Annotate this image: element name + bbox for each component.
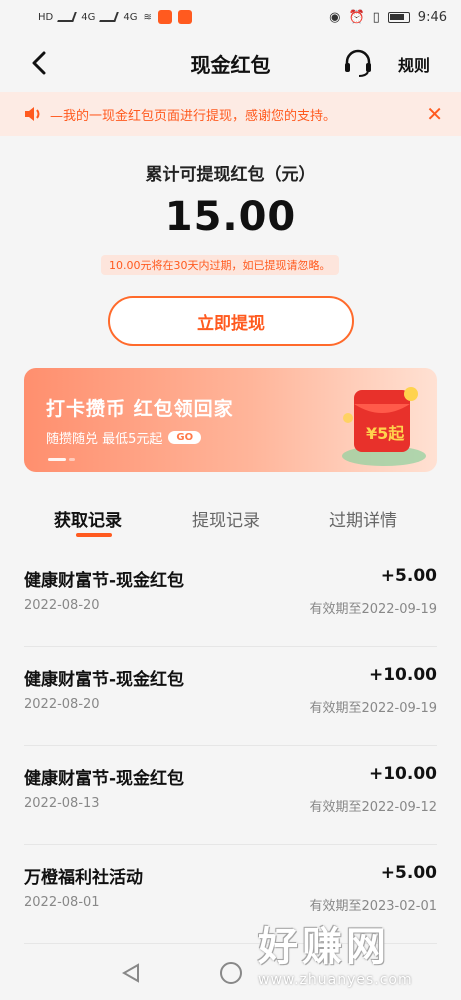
- chevron-left-icon: [32, 51, 46, 75]
- navigation-bar: 现金红包 规则: [0, 34, 461, 92]
- banner-title: 打卡攒币 红包领回家: [46, 398, 234, 420]
- customer-service-button[interactable]: [342, 48, 374, 78]
- signal-icon-2: [99, 12, 120, 22]
- tab-withdrawn[interactable]: 提现记录: [192, 506, 260, 531]
- record-title: 万橙福利社活动: [24, 868, 143, 888]
- record-amount: +5.00: [380, 863, 437, 883]
- record-date: 2022-08-20: [24, 697, 100, 712]
- rules-link[interactable]: 规则: [398, 52, 430, 76]
- record-list: 健康财富节-现金红包 +5.00 2022-08-20 有效期至2022-09-…: [0, 548, 461, 944]
- expire-tip: 10.00元将在30天内过期，如已提现请忽略。: [101, 255, 339, 275]
- record-date: 2022-08-20: [24, 598, 100, 613]
- eye-icon: ◉: [329, 9, 341, 25]
- app-notification-icon-2: [177, 10, 192, 24]
- app-notification-icon: [157, 10, 172, 24]
- list-item[interactable]: 健康财富节-现金红包 +10.00 2022-08-20 有效期至2022-09…: [24, 647, 437, 746]
- vibrate-icon: ▯: [372, 9, 380, 25]
- battery-icon: [387, 11, 410, 23]
- watermark-main: 好赚网: [258, 924, 390, 970]
- headset-icon: [345, 49, 371, 77]
- network-label: 4G: [81, 11, 96, 23]
- signal-icon: [57, 12, 78, 22]
- triangle-back-icon[interactable]: [120, 962, 142, 984]
- list-item[interactable]: 健康财富节-现金红包 +5.00 2022-08-20 有效期至2022-09-…: [24, 548, 437, 647]
- close-icon[interactable]: ✕: [426, 102, 443, 126]
- go-button[interactable]: GO: [168, 431, 202, 444]
- active-tab-indicator: [76, 533, 112, 537]
- record-tabs: 获取记录 提现记录 过期详情: [0, 500, 461, 540]
- tab-expired[interactable]: 过期详情: [329, 506, 397, 531]
- notice-text: ⁠—我的一现金红包页面进行提现，感谢您的支持。: [50, 108, 337, 124]
- record-title: 健康财富节-现金红包: [24, 571, 185, 591]
- record-expiry: 有效期至2023-02-01: [309, 899, 437, 914]
- alarm-icon: ⏰: [348, 9, 365, 25]
- record-date: 2022-08-13: [24, 796, 100, 811]
- carousel-indicator: [48, 458, 75, 461]
- record-date: 2022-08-01: [24, 895, 100, 910]
- record-expiry: 有效期至2022-09-19: [309, 701, 437, 716]
- envelope-badge: ¥5起: [366, 424, 405, 443]
- speaker-icon: [25, 107, 40, 121]
- carousel-dot: [69, 458, 75, 461]
- banner-subtitle-text: 随攒随兑 最低5元起: [46, 432, 163, 447]
- watermark-url: www.zhuanyes.com: [258, 972, 413, 988]
- wifi-icon: ≋: [143, 11, 152, 23]
- page-title: 现金红包: [190, 52, 271, 77]
- record-title: 健康财富节-现金红包: [24, 670, 185, 690]
- carousel-dot-active: [48, 458, 66, 461]
- record-amount: +10.00: [368, 665, 437, 685]
- withdraw-button[interactable]: 立即提现: [108, 296, 354, 346]
- hd-label: HD: [38, 11, 54, 23]
- home-circle-icon[interactable]: [220, 962, 242, 984]
- banner-subtitle: 随攒随兑 最低5元起 GO: [46, 428, 202, 447]
- record-expiry: 有效期至2022-09-12: [309, 800, 437, 815]
- balance-label: 累计可提现红包（元）: [145, 165, 316, 185]
- record-title: 健康财富节-现金红包: [24, 769, 185, 789]
- clock-time: 9:46: [417, 9, 447, 25]
- watermark-logo: 好赚网 www.zhuanyes.com: [258, 914, 448, 990]
- tab-earned[interactable]: 获取记录: [54, 506, 122, 531]
- network-label-2: 4G: [123, 11, 138, 23]
- status-icons-left: HD 4G 4G ≋: [38, 10, 192, 24]
- status-icons-right: ◉ ⏰ ▯ 9:46: [329, 10, 447, 25]
- balance-amount: 15.00: [164, 194, 297, 240]
- back-button[interactable]: [26, 50, 52, 76]
- record-expiry: 有效期至2022-09-19: [309, 602, 437, 617]
- notice-bar: ⁠—我的一现金红包页面进行提现，感谢您的支持。 ✕: [0, 92, 461, 136]
- record-amount: +5.00: [380, 566, 437, 586]
- record-amount: +10.00: [368, 764, 437, 784]
- promo-banner[interactable]: 打卡攒币 红包领回家 随攒随兑 最低5元起 GO ¥5起: [24, 368, 437, 472]
- list-item[interactable]: 健康财富节-现金红包 +10.00 2022-08-13 有效期至2022-09…: [24, 746, 437, 845]
- status-bar: HD 4G 4G ≋ ◉ ⏰ ▯ 9:46: [0, 0, 461, 34]
